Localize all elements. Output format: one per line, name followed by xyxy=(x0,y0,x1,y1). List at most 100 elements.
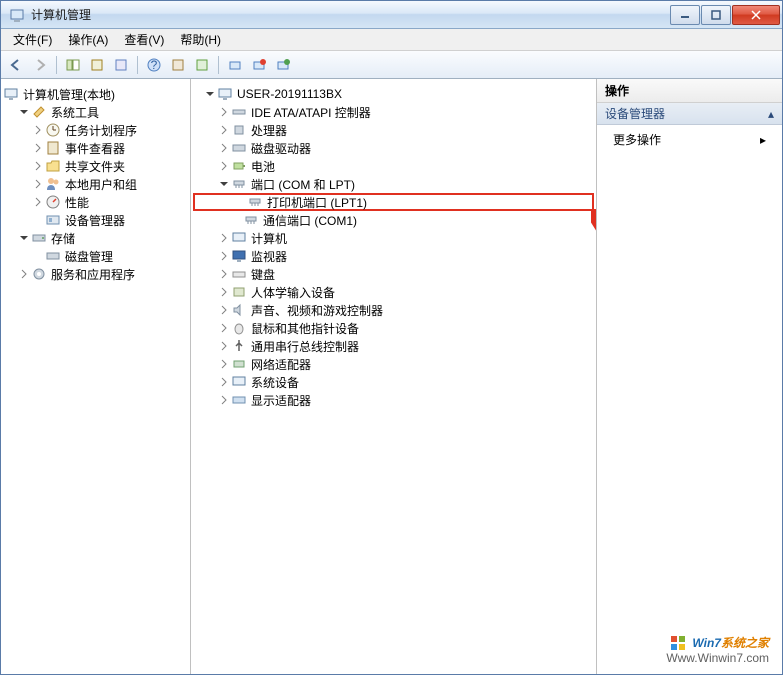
tree-device-manager[interactable]: 设备管理器 xyxy=(3,211,188,229)
device-disk[interactable]: 磁盘驱动器 xyxy=(193,139,594,157)
menu-help[interactable]: 帮助(H) xyxy=(172,29,229,50)
collapse-icon[interactable] xyxy=(217,177,231,191)
tree-local-users[interactable]: 本地用户和组 xyxy=(3,175,188,193)
minimize-button[interactable] xyxy=(670,5,700,25)
device-battery[interactable]: 电池 xyxy=(193,157,594,175)
maximize-button[interactable] xyxy=(701,5,731,25)
expand-icon[interactable] xyxy=(217,267,231,281)
device-mouse[interactable]: 鼠标和其他指针设备 xyxy=(193,319,594,337)
tree-task-scheduler[interactable]: 任务计划程序 xyxy=(3,121,188,139)
system-icon xyxy=(231,374,247,390)
properties-button[interactable] xyxy=(86,54,108,76)
computer-management-window: 计算机管理 文件(F) 操作(A) 查看(V) 帮助(H) ? 计 xyxy=(0,0,783,675)
device-root[interactable]: USER-20191113BX xyxy=(193,85,594,103)
forward-button[interactable] xyxy=(29,54,51,76)
actions-more[interactable]: 更多操作 ▸ xyxy=(597,125,782,154)
svg-text:?: ? xyxy=(151,58,158,72)
expand-icon[interactable] xyxy=(217,339,231,353)
actions-header: 操作 xyxy=(597,79,782,103)
device-ide[interactable]: IDE ATA/ATAPI 控制器 xyxy=(193,103,594,121)
device-system[interactable]: 系统设备 xyxy=(193,373,594,391)
device-printer-port[interactable]: 打印机端口 (LPT1) xyxy=(193,193,594,211)
device-sound[interactable]: 声音、视频和游戏控制器 xyxy=(193,301,594,319)
expand-icon[interactable] xyxy=(217,285,231,299)
content-area: 计算机管理(本地) 系统工具 任务计划程序 事件查看器 xyxy=(1,79,782,674)
collapse-icon[interactable] xyxy=(17,231,31,245)
close-button[interactable] xyxy=(732,5,780,25)
window-controls xyxy=(669,5,780,25)
expand-icon[interactable] xyxy=(217,141,231,155)
device-display[interactable]: 显示适配器 xyxy=(193,391,594,409)
toolbar-separator xyxy=(218,56,219,74)
menubar: 文件(F) 操作(A) 查看(V) 帮助(H) xyxy=(1,29,782,51)
tree-event-viewer[interactable]: 事件查看器 xyxy=(3,139,188,157)
menu-action[interactable]: 操作(A) xyxy=(60,29,116,50)
expand-icon[interactable] xyxy=(217,357,231,371)
device-network[interactable]: 网络适配器 xyxy=(193,355,594,373)
device-tree: USER-20191113BX IDE ATA/ATAPI 控制器 处理器 磁盘… xyxy=(191,79,597,674)
usb-icon xyxy=(231,338,247,354)
update-driver-button[interactable] xyxy=(272,54,294,76)
port-icon xyxy=(243,212,259,228)
device-usb[interactable]: 通用串行总线控制器 xyxy=(193,337,594,355)
expand-icon[interactable] xyxy=(217,231,231,245)
port-icon xyxy=(247,194,263,210)
device-com-port[interactable]: 通信端口 (COM1) xyxy=(193,211,594,229)
view-button[interactable] xyxy=(167,54,189,76)
menu-view[interactable]: 查看(V) xyxy=(116,29,172,50)
expand-icon[interactable] xyxy=(31,159,45,173)
device-cpu[interactable]: 处理器 xyxy=(193,121,594,139)
network-icon xyxy=(231,356,247,372)
expand-icon[interactable] xyxy=(217,393,231,407)
expand-icon[interactable] xyxy=(217,123,231,137)
computer-icon xyxy=(217,86,233,102)
tree-services-apps[interactable]: 服务和应用程序 xyxy=(3,265,188,283)
expand-icon[interactable] xyxy=(217,375,231,389)
tree-storage[interactable]: 存储 xyxy=(3,229,188,247)
disk-drive-icon xyxy=(231,140,247,156)
mouse-icon xyxy=(231,320,247,336)
back-button[interactable] xyxy=(5,54,27,76)
expand-icon[interactable] xyxy=(31,177,45,191)
actions-pane: 操作 设备管理器 ▴ 更多操作 ▸ xyxy=(597,79,782,674)
actions-section[interactable]: 设备管理器 ▴ xyxy=(597,103,782,125)
keyboard-icon xyxy=(231,266,247,282)
expand-icon[interactable] xyxy=(31,123,45,137)
device-keyboard[interactable]: 键盘 xyxy=(193,265,594,283)
storage-icon xyxy=(31,230,47,246)
export-button[interactable] xyxy=(110,54,132,76)
expand-icon[interactable] xyxy=(17,267,31,281)
expand-icon[interactable] xyxy=(217,105,231,119)
expand-icon[interactable] xyxy=(31,195,45,209)
device-hid[interactable]: 人体学输入设备 xyxy=(193,283,594,301)
menu-file[interactable]: 文件(F) xyxy=(5,29,60,50)
device-computer[interactable]: 计算机 xyxy=(193,229,594,247)
collapse-icon[interactable] xyxy=(203,87,217,101)
monitor-icon xyxy=(231,248,247,264)
services-icon xyxy=(31,266,47,282)
tree-disk-management[interactable]: 磁盘管理 xyxy=(3,247,188,265)
scan-hardware-button[interactable] xyxy=(224,54,246,76)
show-hide-tree-button[interactable] xyxy=(62,54,84,76)
refresh-button[interactable] xyxy=(191,54,213,76)
expand-icon[interactable] xyxy=(217,321,231,335)
tree-performance[interactable]: 性能 xyxy=(3,193,188,211)
battery-icon xyxy=(231,158,247,174)
tree-system-tools[interactable]: 系统工具 xyxy=(3,103,188,121)
tree-root[interactable]: 计算机管理(本地) xyxy=(3,85,188,103)
expand-icon[interactable] xyxy=(217,303,231,317)
expand-icon[interactable] xyxy=(31,141,45,155)
display-adapter-icon xyxy=(231,392,247,408)
device-ports[interactable]: 端口 (COM 和 LPT) xyxy=(193,175,594,193)
uninstall-button[interactable] xyxy=(248,54,270,76)
expand-icon[interactable] xyxy=(217,249,231,263)
navigation-tree: 计算机管理(本地) 系统工具 任务计划程序 事件查看器 xyxy=(1,79,191,674)
help-button[interactable]: ? xyxy=(143,54,165,76)
ide-icon xyxy=(231,104,247,120)
device-monitor[interactable]: 监视器 xyxy=(193,247,594,265)
collapse-icon[interactable] xyxy=(17,105,31,119)
tree-shared-folders[interactable]: 共享文件夹 xyxy=(3,157,188,175)
expand-icon[interactable] xyxy=(217,159,231,173)
collapse-arrow-icon: ▴ xyxy=(768,107,774,121)
sound-icon xyxy=(231,302,247,318)
